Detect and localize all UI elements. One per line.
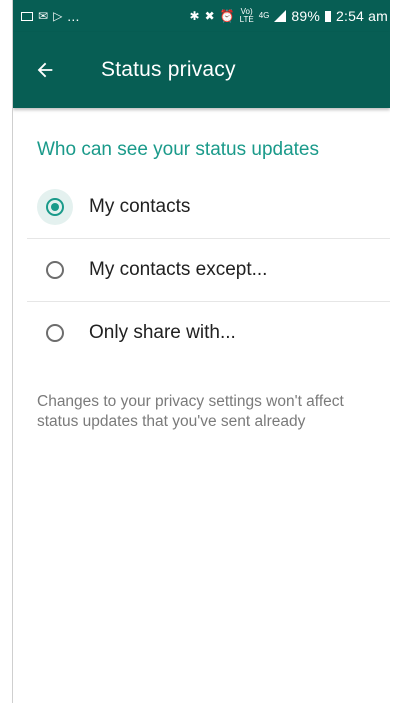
radio-button-selected[interactable] (46, 198, 64, 216)
mail-icon: ✉ (38, 9, 49, 23)
play-store-icon: ▷ (53, 9, 63, 23)
radio-ripple (37, 315, 73, 351)
arrow-left-icon (37, 62, 53, 78)
alarm-icon: ⏰ (219, 9, 235, 23)
toolbar: Status privacy (13, 32, 390, 108)
radio-button[interactable] (46, 324, 64, 342)
radio-ripple (37, 189, 73, 225)
option-only-share-with[interactable]: Only share with... (27, 302, 390, 364)
option-label: Only share with... (89, 322, 236, 343)
option-label: My contacts except... (89, 259, 268, 280)
app-frame: ✉ ▷ ... ✱ ✖ ⏰ Vo) LTE 4G 89% 2:54 am Sta… (12, 0, 390, 703)
signal-icon (274, 10, 287, 22)
battery-icon (325, 10, 331, 22)
status-bar: ✉ ▷ ... ✱ ✖ ⏰ Vo) LTE 4G 89% 2:54 am (13, 0, 390, 32)
volte-bottom-label: LTE (239, 15, 254, 24)
radio-dot (51, 203, 59, 211)
option-my-contacts-except[interactable]: My contacts except... (27, 239, 390, 302)
option-my-contacts[interactable]: My contacts (27, 176, 390, 239)
radio-button[interactable] (46, 261, 64, 279)
privacy-note: Changes to your privacy settings won't a… (37, 393, 344, 430)
section-header: Who can see your status updates (37, 139, 319, 160)
privacy-options: My contacts My contacts except... Only s… (13, 176, 390, 364)
status-bar-left: ✉ ▷ ... (21, 8, 80, 24)
volte-icon: Vo) LTE (240, 8, 254, 24)
network-type: 4G (258, 11, 270, 20)
back-button[interactable] (13, 32, 77, 108)
battery-percent: 89% (291, 8, 320, 24)
image-icon (21, 11, 33, 21)
status-bar-right: ✱ ✖ ⏰ Vo) LTE 4G 89% 2:54 am (189, 8, 388, 25)
clock: 2:54 am (336, 8, 388, 24)
status-overflow: ... (67, 8, 80, 24)
option-label: My contacts (89, 196, 191, 217)
page-title: Status privacy (101, 58, 236, 81)
mute-icon: ✖ (204, 9, 215, 23)
bluetooth-icon: ✱ (189, 9, 200, 23)
radio-ripple (37, 252, 73, 288)
